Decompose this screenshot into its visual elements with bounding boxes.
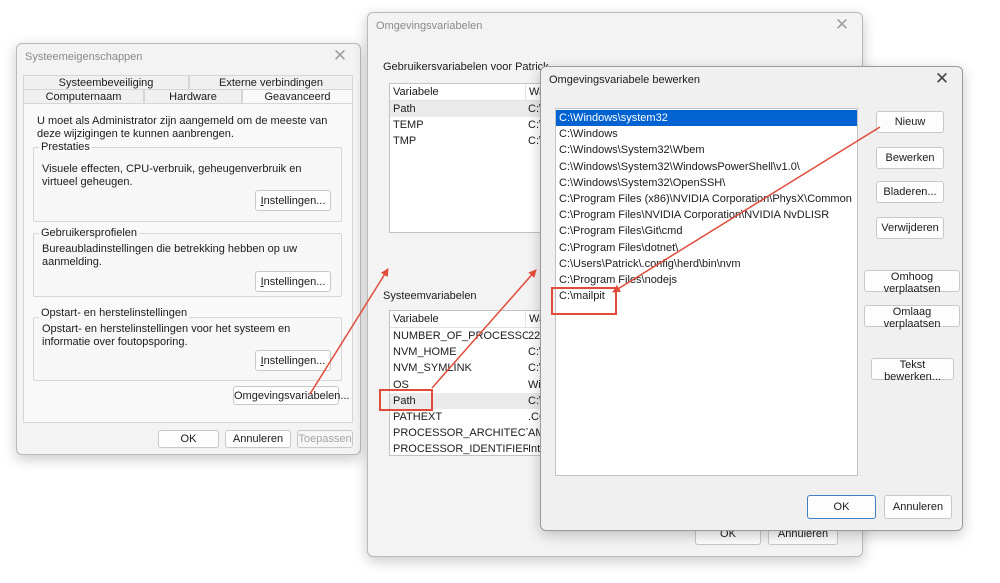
user-profiles-description: Bureaubladinstellingen die betrekking he… (42, 243, 298, 268)
apply-button: Toepassen (297, 430, 353, 448)
performance-settings-button[interactable]: Instellingen... (255, 190, 331, 211)
list-item[interactable]: C:\Program Files\Git\cmd (556, 223, 857, 239)
tab-hardware[interactable]: Hardware (144, 89, 242, 104)
startup-recovery-label: Opstart- en herstelinstellingen (39, 307, 190, 319)
user-profiles-settings-button[interactable]: Instellingen... (255, 271, 331, 292)
list-header: Variabele Wa (390, 311, 548, 328)
move-up-button[interactable]: Omhoog verplaatsen (864, 270, 960, 295)
dialog-title: Omgevingsvariabelen (376, 20, 483, 32)
list-item[interactable]: C:\Program Files\NVIDIA Corporation\NVID… (556, 207, 857, 223)
edit-button[interactable]: Bewerken (876, 147, 944, 169)
ok-button[interactable]: OK (807, 495, 876, 519)
button-label: nstellingen... (263, 194, 326, 207)
table-row[interactable]: TMP C:\ (390, 133, 548, 149)
list-item[interactable]: C:\Users\Patrick\.config\herd\bin\nvm (556, 256, 857, 272)
startup-settings-button[interactable]: Instellingen... (255, 350, 331, 371)
table-row[interactable]: TEMP C:\ (390, 117, 548, 133)
path-highlight-box (379, 389, 433, 411)
close-icon[interactable]: ✕ (932, 69, 952, 89)
delete-button[interactable]: Verwijderen (876, 217, 944, 239)
cancel-button[interactable]: Annuleren (225, 430, 291, 448)
button-label: nstellingen... (263, 354, 326, 367)
list-item[interactable]: C:\Program Files\nodejs (556, 272, 857, 288)
tab-remote[interactable]: Externe verbindingen (189, 75, 353, 90)
table-row[interactable]: PROCESSOR_IDENTIFIERInt (390, 441, 548, 455)
mailpit-highlight-box (551, 287, 617, 315)
close-icon[interactable]: ✕ (330, 46, 350, 66)
tab-advanced[interactable]: Geavanceerd (242, 89, 353, 104)
dialog-title: Systeemeigenschappen (25, 51, 143, 63)
system-variables-list[interactable]: VariabeleWa NUMBER_OF_PROCESSORS22 NVM_H… (389, 310, 549, 456)
admin-note: U moet als Administrator zijn aangemeld … (37, 115, 328, 140)
user-variables-label: Gebruikersvariabelen voor Patrick (383, 61, 549, 73)
table-row[interactable]: PROCESSOR_ARCHITECTUREAM (390, 425, 548, 441)
table-row[interactable]: NUMBER_OF_PROCESSORS22 (390, 328, 548, 344)
startup-recovery-description: Opstart- en herstelinstellingen voor het… (42, 323, 291, 348)
user-profiles-label: Gebruikersprofielen (39, 227, 139, 239)
list-item[interactable]: C:\Program Files (x86)\NVIDIA Corporatio… (556, 191, 857, 207)
ok-button[interactable]: OK (158, 430, 219, 448)
table-row[interactable]: Path C:\ (390, 101, 548, 118)
list-header: Variabele Wa (390, 84, 548, 101)
list-item[interactable]: C:\Windows\System32\Wbem (556, 142, 857, 158)
cancel-button[interactable]: Annuleren (884, 495, 952, 519)
new-button[interactable]: Nieuw (876, 111, 944, 133)
button-label: nstellingen... (263, 275, 326, 288)
close-icon[interactable]: ✕ (832, 15, 852, 35)
browse-button[interactable]: Bladeren... (876, 181, 944, 203)
col-variable: Variabele (393, 86, 439, 98)
col-variable: Variabele (393, 313, 439, 325)
environment-variables-button[interactable]: Omgevingsvariabelen... (233, 386, 350, 405)
list-item[interactable]: C:\Windows\System32\WindowsPowerShell\v1… (556, 159, 857, 175)
table-row[interactable]: NVM_HOME C:\ (390, 344, 548, 360)
move-down-button[interactable]: Omlaag verplaatsen (864, 305, 960, 330)
dialog-title: Omgevingsvariabele bewerken (549, 74, 701, 86)
tab-computer-name[interactable]: Computernaam (23, 89, 144, 104)
list-item[interactable]: C:\Program Files\dotnet\ (556, 240, 857, 256)
table-row[interactable]: PATHEXT .CO (390, 409, 548, 425)
list-item[interactable]: C:\Windows\System32\OpenSSH\ (556, 175, 857, 191)
table-row[interactable]: NVM_SYMLINK C:\ (390, 360, 548, 376)
list-item[interactable]: C:\Windows (556, 126, 857, 142)
tab-system-protection[interactable]: Systeembeveiliging (23, 75, 189, 90)
list-item[interactable]: C:\Windows\system32 (556, 110, 857, 127)
system-variables-label: Systeemvariabelen (383, 290, 477, 302)
edit-text-button[interactable]: Tekst bewerken... (871, 358, 954, 383)
performance-label: Prestaties (39, 141, 92, 153)
system-properties-dialog: Systeemeigenschappen ✕ Systeembeveiligin… (16, 43, 361, 455)
user-variables-list[interactable]: Variabele Wa Path C:\ TEMP C:\ TMP C:\ (389, 83, 549, 233)
performance-description: Visuele effecten, CPU-verbruik, geheugen… (42, 163, 302, 188)
